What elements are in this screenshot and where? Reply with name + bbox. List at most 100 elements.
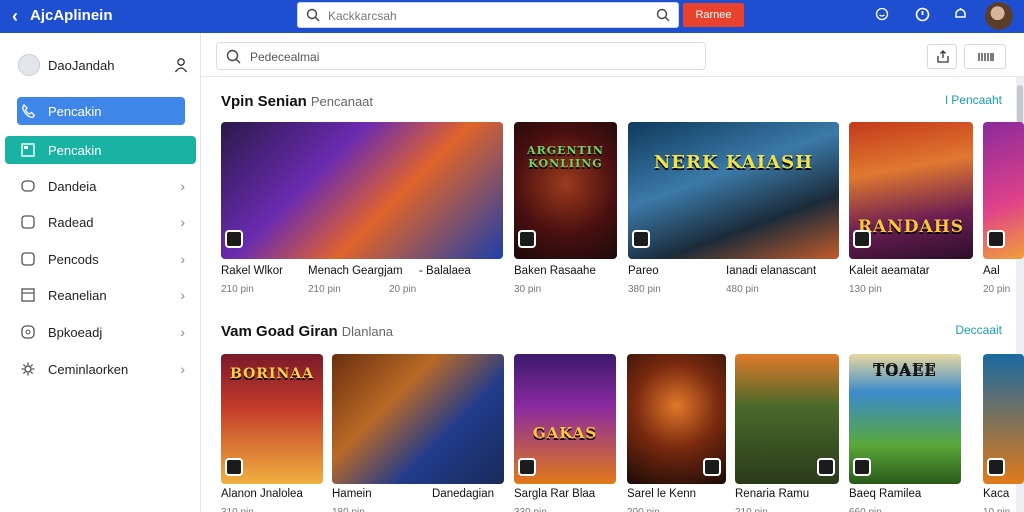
search-submit-icon[interactable] xyxy=(656,8,670,22)
platform-badge-icon xyxy=(518,458,536,476)
game-cover-logo: ARGENTIN KONLIING xyxy=(527,144,604,170)
content-toolbar: Pedecealmai xyxy=(201,33,1024,77)
game-cover-image[interactable] xyxy=(735,354,839,484)
platform-badge-icon xyxy=(518,230,536,248)
gear-icon xyxy=(21,362,35,376)
sidebar-item-label: Ceminlaorken xyxy=(48,362,129,377)
sidebar-item-label: Pencakin xyxy=(48,143,102,158)
sidebar-item-reanelian[interactable]: Reanelian › xyxy=(17,281,185,309)
game-card[interactable]: Kaca 10 pin xyxy=(983,354,1024,512)
top-search-input[interactable]: Kackkarcsah xyxy=(297,2,679,28)
sidebar-item-dandeia[interactable]: Dandeia › xyxy=(17,172,185,200)
section-2-heading: Vam Goad Giran xyxy=(221,323,338,340)
game-meta: 310 pin xyxy=(221,507,254,512)
user-avatar[interactable] xyxy=(985,2,1013,30)
sidebar: DaoJandah Pencakin Pencakin Dandeia › Ra… xyxy=(0,33,201,512)
game-title: Sargla Rar Blaa xyxy=(514,488,596,500)
app-title: AjcAplinein xyxy=(30,7,113,24)
sidebar-item-label: Bpkoeadj xyxy=(48,325,103,340)
game-card[interactable]: TOAEE Baeq Ramilea 660 pin xyxy=(849,354,961,512)
person-icon[interactable] xyxy=(174,57,188,73)
game-card[interactable]: Sarel le Kenn 200 pin xyxy=(627,354,726,512)
game-card[interactable]: Renaria Ramu 210 pin xyxy=(735,354,839,512)
platform-badge-icon xyxy=(853,230,871,248)
game-cover-image[interactable]: BORINAA xyxy=(221,354,323,484)
sidebar-item-label: Radead xyxy=(48,215,94,230)
game-card[interactable]: ARGENTIN KONLIING Baken Rasaahe 30 pin xyxy=(514,122,617,298)
game-cover-logo: GAKAS xyxy=(532,424,598,442)
game-card[interactable]: BORINAA Alanon Jnalolea 310 pin xyxy=(221,354,323,512)
game-title: Danedagian xyxy=(432,488,495,500)
chevron-right-icon: › xyxy=(180,178,185,194)
sidebar-item-label: Dandeia xyxy=(48,179,97,194)
top-search-placeholder: Kackkarcsah xyxy=(328,9,397,23)
emoji-icon[interactable] xyxy=(875,7,891,23)
game-card[interactable]: GAKAS Sargla Rar Blaa 330 pin xyxy=(514,354,616,512)
game-card[interactable]: Danedagian xyxy=(332,354,504,512)
game-card[interactable]: Aal 20 pin xyxy=(983,122,1024,298)
game-meta: 30 pin xyxy=(514,284,542,295)
game-cover-image[interactable]: ARGENTIN KONLIING xyxy=(514,122,617,259)
grid-view-icon xyxy=(978,53,994,61)
sidebar-item-pencods[interactable]: Pencods › xyxy=(17,245,185,273)
panel-icon xyxy=(21,288,35,302)
game-title: Alanon Jnalolea xyxy=(221,488,303,500)
section-2-see-all-link[interactable]: Deccaait xyxy=(955,323,1002,337)
game-title: Sarel le Kenn xyxy=(627,488,697,500)
sidebar-item-pencakin-2[interactable]: Pencakin xyxy=(5,136,196,164)
game-cover-logo: BORINAA xyxy=(230,366,314,382)
top-bar: ‹ AjcAplinein Kackkarcsah Rarnee xyxy=(0,0,1024,33)
game-cover-image[interactable] xyxy=(983,122,1024,259)
game-title: Renaria Ramu xyxy=(735,488,810,500)
bell-icon[interactable] xyxy=(953,7,969,23)
sidebar-item-pencakin-1[interactable]: Pencakin xyxy=(17,97,185,125)
phone-icon xyxy=(21,104,35,118)
sidebar-item-ceminlaorken[interactable]: Ceminlaorken › xyxy=(17,355,185,383)
section-1-title: Vpin Senian Pencanaat xyxy=(221,93,373,110)
platform-badge-icon xyxy=(987,458,1005,476)
platform-badge-icon xyxy=(817,458,835,476)
game-card[interactable]: - Balalaea 20 pin xyxy=(221,122,503,298)
platform-badge-icon xyxy=(987,230,1005,248)
game-title: - Balalaea xyxy=(419,265,471,277)
share-button[interactable] xyxy=(927,44,957,69)
share-icon xyxy=(937,50,949,63)
game-meta: 200 pin xyxy=(627,507,660,512)
content-search-input[interactable]: Pedecealmai xyxy=(216,42,706,70)
game-cover-image[interactable]: GAKAS xyxy=(514,354,616,484)
square-icon xyxy=(21,215,35,229)
game-title: Baken Rasaahe xyxy=(514,265,596,277)
sidebar-avatar xyxy=(18,54,40,76)
info-icon[interactable] xyxy=(915,7,931,23)
sidebar-item-bpkoeadj[interactable]: Bpkoeadj › xyxy=(17,318,185,346)
platform-badge-icon xyxy=(853,458,871,476)
game-card[interactable]: Ianadi elanascant 480 pin xyxy=(628,122,839,298)
game-cover-image[interactable]: TOAEE xyxy=(849,354,961,484)
top-action-button[interactable]: Rarnee xyxy=(683,3,744,27)
back-arrow-icon[interactable]: ‹ xyxy=(12,6,18,27)
sidebar-item-radead[interactable]: Radead › xyxy=(17,208,185,236)
chevron-right-icon: › xyxy=(180,324,185,340)
section-1-heading: Vpin Senian xyxy=(221,93,307,110)
game-meta: 130 pin xyxy=(849,284,882,295)
game-cover-logo: TOAEE xyxy=(873,360,937,378)
game-cover-image[interactable] xyxy=(983,354,1024,484)
game-title: Kaleit aeamatar xyxy=(849,265,930,277)
window-icon xyxy=(21,143,35,157)
section-1-subtitle: Pencanaat xyxy=(310,94,374,109)
game-meta: 210 pin xyxy=(735,507,768,512)
game-meta: 10 pin xyxy=(983,507,1010,512)
sidebar-user-row[interactable]: DaoJandah xyxy=(18,54,188,78)
grid-view-button[interactable] xyxy=(964,44,1006,69)
chevron-right-icon: › xyxy=(180,214,185,230)
game-meta: 480 pin xyxy=(726,284,759,295)
game-cover-image[interactable] xyxy=(627,354,726,484)
game-meta: 330 pin xyxy=(514,507,547,512)
game-card[interactable]: RANDAHS Kaleit aeamatar 130 pin xyxy=(849,122,973,298)
game-cover-image[interactable]: RANDAHS xyxy=(849,122,973,259)
sidebar-item-label: Pencods xyxy=(48,252,99,267)
section-2-title: Vam Goad Giran Dlanlana xyxy=(221,323,393,340)
section-1-see-all-link[interactable]: l Pencaaht xyxy=(945,93,1002,107)
search-icon xyxy=(226,49,241,64)
sidebar-item-label: Reanelian xyxy=(48,288,107,303)
